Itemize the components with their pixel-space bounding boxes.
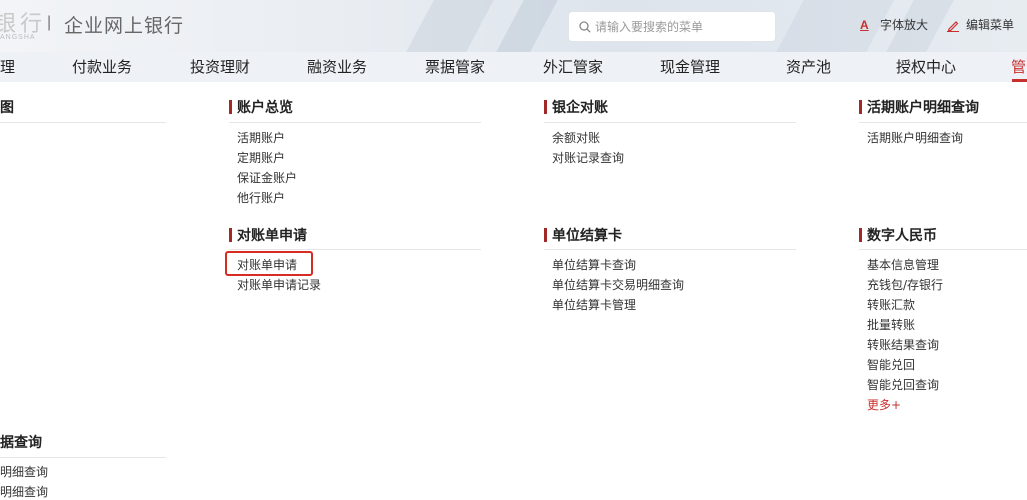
menu-item-transfer[interactable]: 转账汇款 <box>867 295 943 315</box>
header-banner: 银行 ANGSHA | 企业网上银行 A 字体放大 编辑菜单 <box>0 0 1027 52</box>
menu-item-statement-apply-records[interactable]: 对账单申请记录 <box>237 275 321 295</box>
search-icon <box>579 21 591 33</box>
menu-item-balance-reconcile[interactable]: 余额对账 <box>552 128 624 148</box>
nav-item-cash-management[interactable]: 现金管理 <box>660 56 720 77</box>
pencil-icon <box>947 20 959 32</box>
section-divider <box>0 457 166 458</box>
font-size-icon: A <box>860 17 869 32</box>
banner-decoration <box>496 0 558 52</box>
statement-apply-list: 对账单申请 对账单申请记录 <box>237 255 321 295</box>
more-link[interactable]: 更多+ <box>867 395 943 415</box>
menu-item-detail-query[interactable]: 明细查询 <box>0 482 48 500</box>
unit-card-list: 单位结算卡查询 单位结算卡交易明细查询 单位结算卡管理 <box>552 255 684 315</box>
nav-active-indicator <box>1012 79 1027 82</box>
section-title-left-top: 图 <box>0 100 14 116</box>
site-title: 企业网上银行 <box>64 15 185 37</box>
section-marker <box>859 228 862 242</box>
logo-divider: | <box>47 14 52 31</box>
menu-item-margin-account[interactable]: 保证金账户 <box>237 168 297 188</box>
section-marker <box>229 100 232 114</box>
section-title-unit-card: 单位结算卡 <box>544 225 622 245</box>
section-divider <box>859 122 1027 123</box>
section-title-account-overview: 账户总览 <box>229 97 293 117</box>
menu-item-batch-transfer[interactable]: 批量转账 <box>867 315 943 335</box>
nav-item-financing[interactable]: 融资业务 <box>307 56 367 77</box>
section-marker <box>229 228 232 242</box>
section-divider <box>859 249 1027 250</box>
section-title-bank-reconcile: 银企对账 <box>544 97 608 117</box>
section-divider <box>544 122 796 123</box>
banner-decoration <box>406 0 494 52</box>
section-title-left-bottom: 据查询 <box>0 435 42 451</box>
nav-item-active[interactable]: 管 <box>1011 56 1026 77</box>
bank-reconcile-list: 余额对账 对账记录查询 <box>552 128 624 168</box>
menu-item-transfer-result[interactable]: 转账结果查询 <box>867 335 943 355</box>
font-enlarge-button[interactable]: A 字体放大 <box>860 16 928 33</box>
menu-item-reconcile-records[interactable]: 对账记录查询 <box>552 148 624 168</box>
current-detail-list: 活期账户明细查询 <box>867 128 963 148</box>
section-divider <box>544 249 796 250</box>
nav-item-forex[interactable]: 外汇管家 <box>543 56 603 77</box>
section-title-digital-rmb: 数字人民币 <box>859 225 937 245</box>
menu-item-unit-card-query[interactable]: 单位结算卡查询 <box>552 255 684 275</box>
menu-item-unit-card-manage[interactable]: 单位结算卡管理 <box>552 295 684 315</box>
nav-item[interactable]: 理 <box>0 56 15 77</box>
digital-rmb-list: 基本信息管理 充钱包/存银行 转账汇款 批量转账 转账结果查询 智能兑回 智能兑… <box>867 255 943 415</box>
nav-item-payment[interactable]: 付款业务 <box>72 56 132 77</box>
nav-item-asset-pool[interactable]: 资产池 <box>786 56 831 77</box>
edit-menu-label: 编辑菜单 <box>966 18 1015 32</box>
nav-item-investment[interactable]: 投资理财 <box>190 56 250 77</box>
menu-item-detail-query[interactable]: 明细查询 <box>0 462 48 482</box>
menu-item-other-bank-account[interactable]: 他行账户 <box>237 188 297 208</box>
section-marker <box>544 100 547 114</box>
bank-logo-subtext: ANGSHA <box>0 34 36 41</box>
menu-item-statement-apply[interactable]: 对账单申请 <box>237 255 321 275</box>
account-overview-list: 活期账户 定期账户 保证金账户 他行账户 <box>237 128 297 208</box>
menu-item-wallet-deposit[interactable]: 充钱包/存银行 <box>867 275 943 295</box>
section-marker <box>544 228 547 242</box>
section-divider <box>0 122 166 123</box>
menu-item-smart-redeem[interactable]: 智能兑回 <box>867 355 943 375</box>
menu-search-box[interactable] <box>568 11 776 42</box>
nav-item-bills[interactable]: 票据管家 <box>425 56 485 77</box>
edit-menu-button[interactable]: 编辑菜单 <box>946 16 1014 33</box>
menu-item-basic-info[interactable]: 基本信息管理 <box>867 255 943 275</box>
menu-item-current-detail-query[interactable]: 活期账户明细查询 <box>867 128 963 148</box>
menu-item-current-account[interactable]: 活期账户 <box>237 128 297 148</box>
menu-item-unit-card-transactions[interactable]: 单位结算卡交易明细查询 <box>552 275 684 295</box>
section-divider <box>229 249 481 250</box>
font-enlarge-label: 字体放大 <box>880 18 929 32</box>
menu-item-fixed-account[interactable]: 定期账户 <box>237 148 297 168</box>
main-nav: 理 付款业务 投资理财 融资业务 票据管家 外汇管家 现金管理 资产池 授权中心… <box>0 52 1027 82</box>
nav-item-authorization[interactable]: 授权中心 <box>896 56 956 77</box>
section-title-current-detail: 活期账户明细查询 <box>859 97 979 117</box>
section-divider <box>229 122 481 123</box>
section-marker <box>859 100 862 114</box>
section-title-statement-apply: 对账单申请 <box>229 225 307 245</box>
left-bottom-list: 明细查询 明细查询 <box>0 462 48 500</box>
menu-search-input[interactable] <box>595 12 773 41</box>
menu-item-smart-redeem-query[interactable]: 智能兑回查询 <box>867 375 943 395</box>
